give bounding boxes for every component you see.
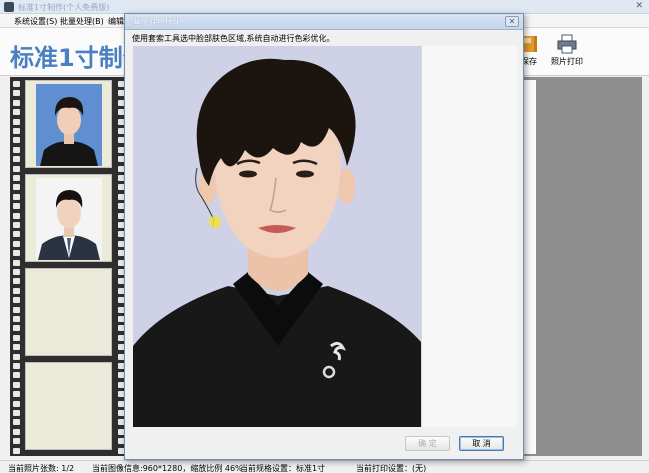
status-bar: 当前照片张数: 1/2 当前图像信息:960*1280，缩放比例 46% 当前规… (0, 460, 649, 473)
title-bar: 标准1寸制作(个人免费版) ✕ (0, 0, 649, 14)
film-perforation (13, 99, 20, 106)
status-spec-setting: 当前规格设置：标准1寸 (240, 464, 326, 473)
menu-edit[interactable]: 编辑 (108, 16, 124, 27)
window-close-icon[interactable]: ✕ (635, 1, 643, 11)
film-perforation (13, 81, 20, 87)
film-perforation (13, 250, 20, 257)
film-perforation (13, 353, 20, 360)
portrait-photo[interactable] (133, 46, 421, 427)
film-perforation (13, 372, 20, 379)
film-perforation (13, 419, 20, 426)
film-perforation (13, 287, 20, 294)
menu-batch-processing[interactable]: 批量处理(B) (60, 16, 104, 27)
film-perforation (13, 438, 20, 445)
app-banner-title: 标准1寸制作 (10, 44, 128, 72)
film-perforation (13, 118, 20, 125)
film-perforation (13, 240, 20, 247)
film-perforation (13, 278, 20, 285)
film-perforation (13, 344, 20, 351)
film-perforation (13, 231, 20, 238)
film-perforation (13, 137, 20, 144)
film-perforation (13, 447, 20, 454)
film-perforation (13, 325, 20, 332)
film-perforation (13, 259, 20, 266)
dialog-close-button[interactable]: ✕ (505, 16, 519, 27)
status-photo-count: 当前照片张数: 1/2 (8, 464, 75, 473)
thumbnail-frame-2[interactable] (25, 174, 112, 262)
dialog-instruction: 使用套索工具选中脸部肤色区域,系统自动进行色彩优化。 (132, 34, 335, 43)
film-perforation (13, 269, 20, 275)
dialog-side-panel (421, 46, 517, 427)
preview-paper-edge (522, 80, 536, 454)
thumbnail-frame-1[interactable] (25, 80, 112, 168)
film-perforation (13, 90, 20, 97)
window-title: 标准1寸制作(个人免费版) (18, 3, 110, 12)
status-image-info: 当前图像信息:960*1280，缩放比例 46% (92, 464, 243, 473)
film-perforation (13, 212, 20, 219)
film-perforation (13, 109, 20, 116)
menu-system-settings[interactable]: 系统设置(S) (14, 16, 57, 27)
film-perforation (13, 316, 20, 322)
film-perforation (13, 156, 20, 163)
print-photo-label: 照片打印 (551, 57, 583, 66)
ok-button[interactable]: 确 定 (405, 436, 450, 451)
status-print-setting: 当前打印设置：(无) (356, 464, 427, 473)
photo-film-strip (10, 77, 128, 456)
empty-frame-4[interactable] (25, 362, 112, 450)
film-perforation (13, 363, 20, 369)
printer-icon (557, 34, 577, 54)
cancel-button[interactable]: 取 消 (459, 436, 504, 451)
app-icon (4, 2, 14, 12)
skin-tone-optimize-dialog: 基于肤色优化 ✕ 使用套索工具选中脸部肤色区域,系统自动进行色彩优化。 确 定 … (124, 13, 524, 460)
close-icon: ✕ (508, 17, 516, 26)
film-perforation (13, 193, 20, 200)
preview-area (522, 77, 642, 456)
photo-edit-canvas[interactable] (133, 46, 421, 427)
film-perforation (13, 203, 20, 210)
film-perforation (13, 410, 20, 416)
film-perforation (13, 146, 20, 153)
film-perforation (13, 128, 20, 134)
film-perforation (13, 297, 20, 304)
film-perforation (13, 165, 20, 172)
film-perforation (13, 334, 20, 341)
film-perforation (13, 222, 20, 228)
dialog-title: 基于肤色优化 (133, 18, 181, 27)
film-perforation (13, 184, 20, 191)
film-perforation (13, 306, 20, 313)
thumbnail-photo-2[interactable] (36, 178, 102, 260)
print-photo-button[interactable]: 照片打印 (547, 34, 587, 67)
film-perforation (13, 400, 20, 407)
film-perforation (13, 381, 20, 388)
film-perforation (13, 391, 20, 398)
dialog-title-bar: 基于肤色优化 ✕ (125, 14, 523, 30)
empty-frame-3[interactable] (25, 268, 112, 356)
thumbnail-photo-1[interactable] (36, 84, 102, 166)
film-perforation (13, 175, 20, 181)
film-perforation (13, 428, 20, 435)
